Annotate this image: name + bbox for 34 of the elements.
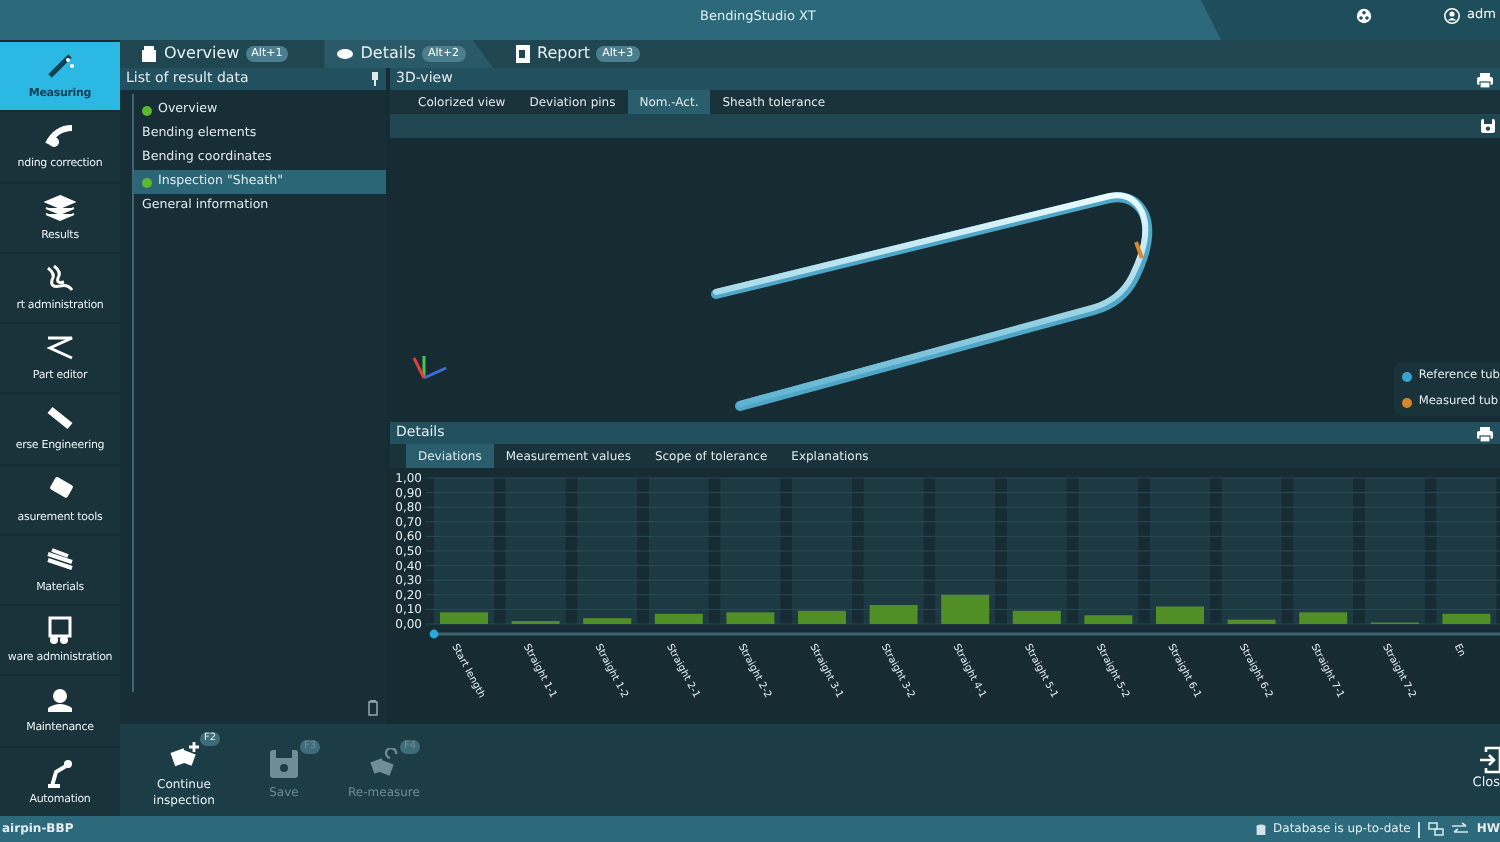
bar[interactable] xyxy=(583,618,632,624)
pin-icon[interactable] xyxy=(370,72,380,86)
rod-icon xyxy=(44,402,76,435)
bar[interactable] xyxy=(1442,613,1491,624)
bar[interactable] xyxy=(1227,619,1276,624)
bar[interactable] xyxy=(869,605,918,624)
bar[interactable] xyxy=(726,612,775,624)
swap-icon[interactable] xyxy=(1452,822,1469,836)
blocks-refresh-icon xyxy=(368,747,400,780)
windows-icon[interactable] xyxy=(1428,822,1445,836)
bar[interactable] xyxy=(1084,615,1133,624)
robot-arm-icon xyxy=(44,755,76,788)
blocks-plus-icon xyxy=(168,739,200,772)
print-icon[interactable] xyxy=(1476,71,1494,87)
layers-icon xyxy=(44,191,76,224)
tube-icon xyxy=(44,261,76,294)
person-icon xyxy=(44,684,76,717)
bar[interactable] xyxy=(1299,612,1348,624)
bar[interactable] xyxy=(941,594,990,624)
bars-icon xyxy=(44,543,76,576)
print-icon[interactable] xyxy=(1476,425,1494,441)
user-icon xyxy=(1443,7,1460,24)
axes-icon xyxy=(412,356,447,380)
bar[interactable] xyxy=(654,613,703,624)
trash-icon[interactable] xyxy=(368,700,378,716)
wand-icon xyxy=(44,50,76,82)
scroll-handle[interactable] xyxy=(429,629,439,639)
exit-icon xyxy=(1480,746,1500,775)
database-icon xyxy=(1255,823,1266,835)
save-icon[interactable] xyxy=(1480,118,1496,134)
bar[interactable] xyxy=(1156,606,1204,624)
floppy-icon xyxy=(268,747,300,780)
frame-icon xyxy=(44,614,76,647)
network-icon[interactable] xyxy=(1355,7,1372,24)
